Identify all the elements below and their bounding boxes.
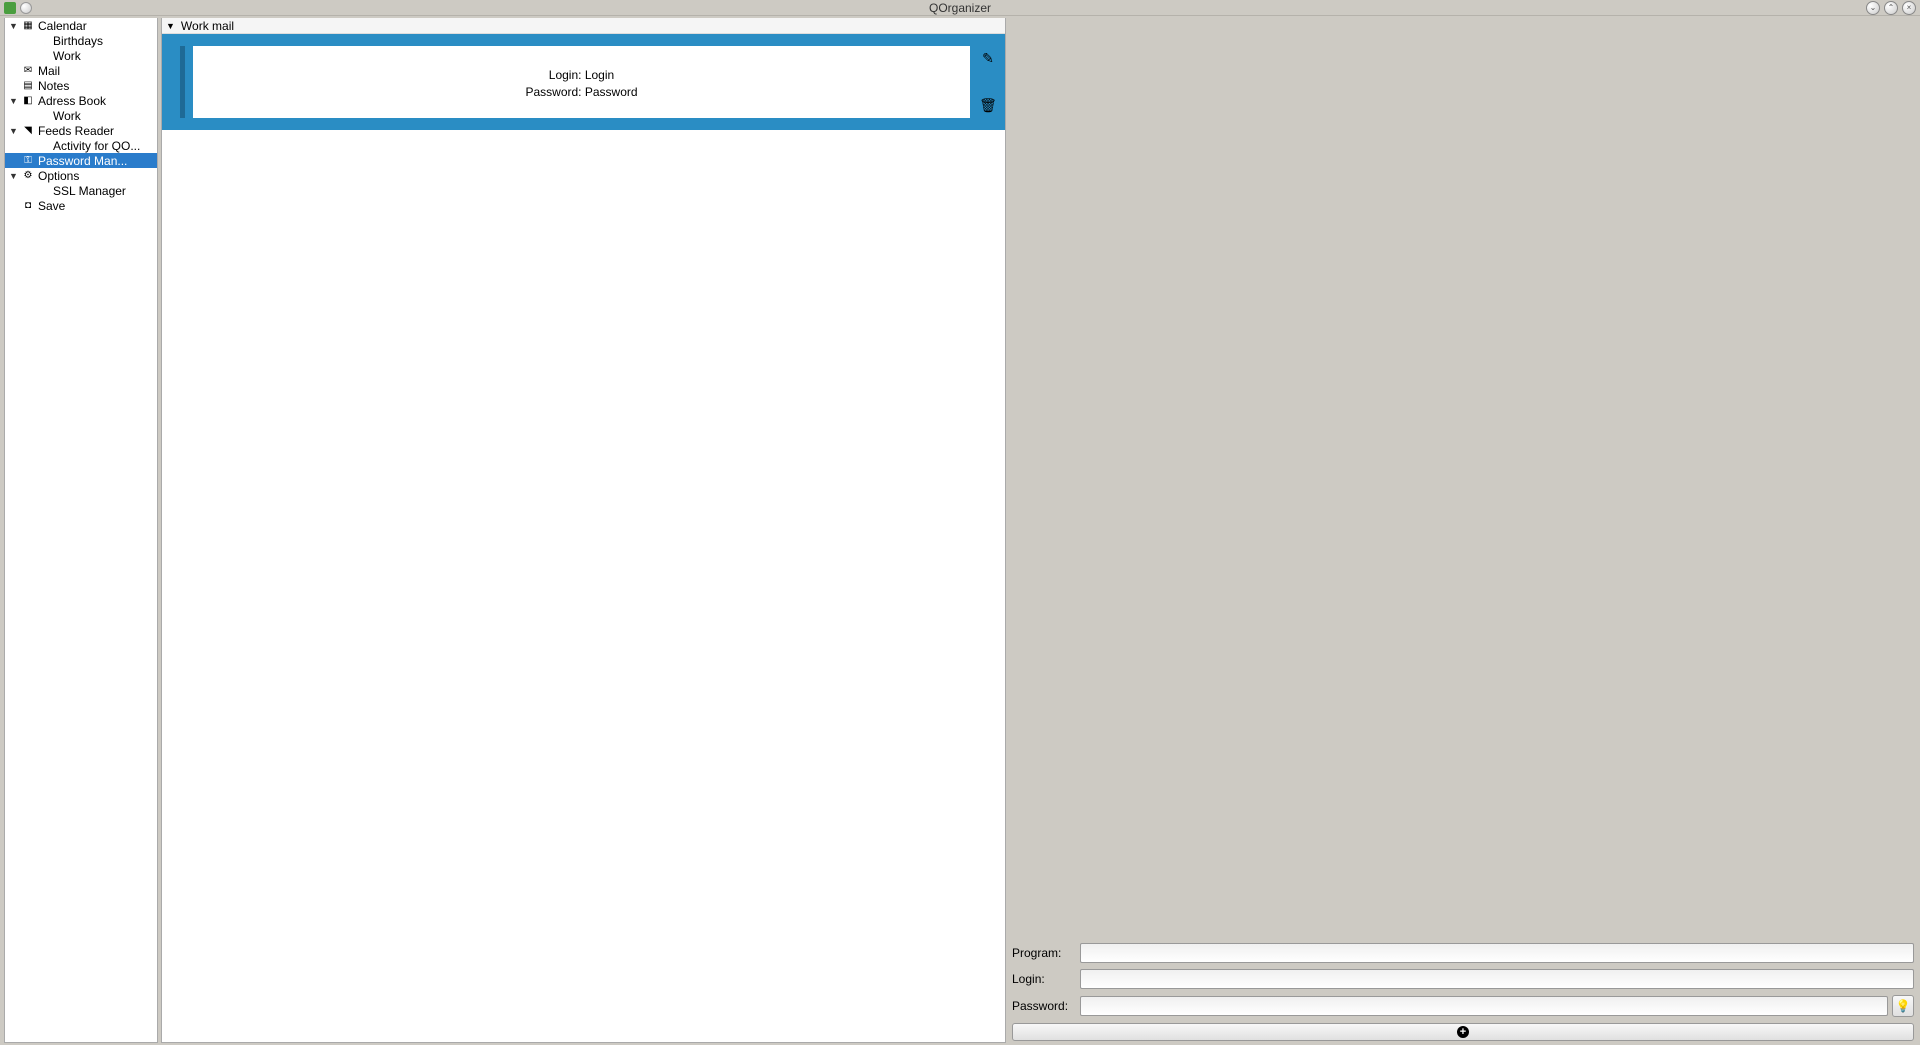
sidebar-item-label: Notes (38, 79, 69, 93)
window-title: QOrganizer (929, 1, 991, 15)
entry-stripe (180, 46, 185, 118)
content-header[interactable]: ▼ Work mail (162, 18, 1005, 34)
sidebar-item-label: Feeds Reader (38, 124, 114, 138)
content-body (162, 130, 1005, 1042)
sidebar-item-label: Save (38, 199, 65, 213)
entry-card: Login: Login Password: Password (193, 46, 970, 118)
app-icon (4, 2, 16, 14)
entry-login-line: Login: Login (549, 67, 614, 84)
sidebar-item-password-manager[interactable]: ⚿ Password Man... (5, 153, 157, 168)
password-entry[interactable]: Login: Login Password: Password ✎ 🗑 (162, 34, 1005, 130)
collapse-arrow-icon[interactable]: ▼ (166, 21, 175, 31)
feeds-icon: ◥ (21, 125, 35, 137)
titlebar-menu-dot[interactable] (20, 2, 32, 14)
entry-actions: ✎ 🗑 (978, 46, 998, 118)
login-input[interactable] (1080, 969, 1914, 989)
sidebar-item-label: Adress Book (38, 94, 106, 108)
sidebar: ▼ ▦ Calendar Birthdays Work ✉ Mail ▤ Not… (4, 18, 158, 1043)
sidebar-item-options[interactable]: ▼ ⚙ Options (5, 168, 157, 183)
entry-password-value: Password (585, 85, 638, 99)
expand-arrow-icon[interactable]: ▼ (9, 126, 21, 136)
sidebar-item-activity[interactable]: Activity for QO... (5, 138, 157, 153)
sidebar-item-label: Options (38, 169, 79, 183)
add-entry-button[interactable]: + (1012, 1023, 1914, 1041)
sidebar-item-label: SSL Manager (53, 184, 126, 198)
program-input[interactable] (1080, 943, 1914, 963)
main-area: ▼ ▦ Calendar Birthdays Work ✉ Mail ▤ Not… (0, 16, 1920, 1045)
form-row-password: Password: 💡 (1012, 995, 1914, 1017)
close-button[interactable]: × (1902, 1, 1916, 15)
sidebar-item-addressbook[interactable]: ▼ ◧ Adress Book (5, 93, 157, 108)
sidebar-item-mail[interactable]: ✉ Mail (5, 63, 157, 78)
plus-icon: + (1457, 1026, 1469, 1038)
expand-arrow-icon[interactable]: ▼ (9, 171, 21, 181)
form-row-login: Login: (1012, 969, 1914, 989)
form-row-program: Program: (1012, 943, 1914, 963)
entry-password-label: Password: (525, 85, 581, 99)
login-label: Login: (1012, 972, 1080, 986)
sidebar-item-label: Work (53, 109, 81, 123)
add-entry-form: Program: Login: Password: 💡 + (1012, 943, 1914, 1041)
maximize-button[interactable]: ⌃ (1884, 1, 1898, 15)
sidebar-item-label: Mail (38, 64, 60, 78)
save-icon: ◘ (21, 200, 35, 212)
sidebar-item-save[interactable]: ◘ Save (5, 198, 157, 213)
titlebar: QOrganizer ⌄ ⌃ × (0, 0, 1920, 16)
calendar-icon: ▦ (21, 20, 35, 32)
sidebar-item-label: Work (53, 49, 81, 63)
sidebar-item-label: Password Man... (38, 154, 127, 168)
sidebar-item-notes[interactable]: ▤ Notes (5, 78, 157, 93)
entry-login-label: Login: (549, 68, 582, 82)
entry-password-line: Password: Password (525, 84, 637, 101)
mail-icon: ✉ (21, 65, 35, 77)
delete-icon[interactable]: 🗑 (979, 97, 997, 114)
password-label: Password: (1012, 999, 1080, 1013)
entry-login-value: Login (585, 68, 614, 82)
expand-arrow-icon[interactable]: ▼ (9, 21, 21, 31)
content-header-title: Work mail (181, 19, 234, 33)
lightbulb-icon: 💡 (1896, 999, 1911, 1013)
sidebar-item-label: Birthdays (53, 34, 103, 48)
sidebar-item-work-cal[interactable]: Work (5, 48, 157, 63)
sidebar-item-feeds[interactable]: ▼ ◥ Feeds Reader (5, 123, 157, 138)
key-icon: ⚿ (21, 155, 35, 167)
sidebar-item-ssl-manager[interactable]: SSL Manager (5, 183, 157, 198)
password-input[interactable] (1080, 996, 1888, 1016)
program-label: Program: (1012, 946, 1080, 960)
addressbook-icon: ◧ (21, 95, 35, 107)
gear-icon: ⚙ (21, 170, 35, 182)
expand-arrow-icon[interactable]: ▼ (9, 96, 21, 106)
minimize-button[interactable]: ⌄ (1866, 1, 1880, 15)
sidebar-item-calendar[interactable]: ▼ ▦ Calendar (5, 18, 157, 33)
reveal-password-button[interactable]: 💡 (1892, 995, 1914, 1017)
sidebar-item-label: Activity for QO... (53, 139, 140, 153)
content-panel: ▼ Work mail Login: Login Password: Passw… (161, 18, 1006, 1043)
sidebar-item-birthdays[interactable]: Birthdays (5, 33, 157, 48)
sidebar-item-work-ab[interactable]: Work (5, 108, 157, 123)
edit-icon[interactable]: ✎ (982, 50, 994, 67)
right-panel: Program: Login: Password: 💡 + (1006, 16, 1920, 1045)
notes-icon: ▤ (21, 80, 35, 92)
sidebar-item-label: Calendar (38, 19, 87, 33)
